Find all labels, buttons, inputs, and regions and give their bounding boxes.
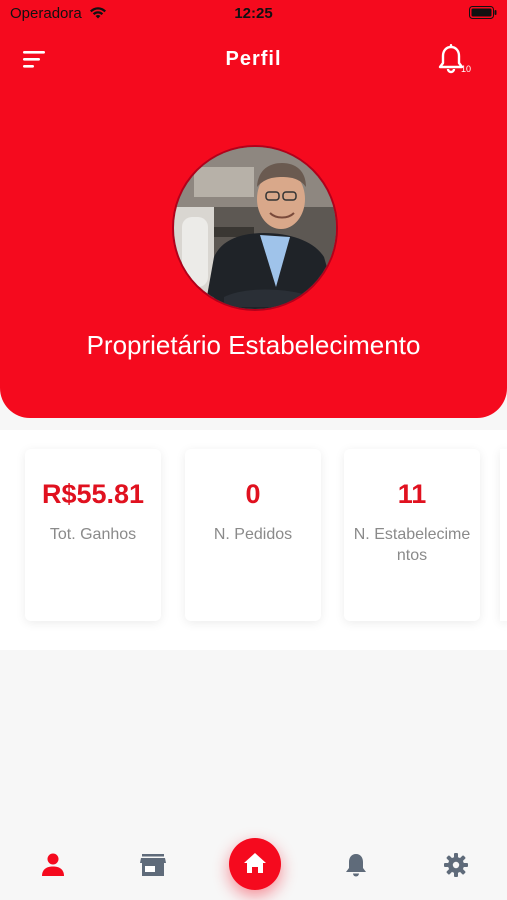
home-icon <box>244 853 266 873</box>
status-bar: Operadora 12:25 <box>0 0 507 28</box>
stat-card-earnings[interactable]: R$55.81 Tot. Ganhos <box>25 449 161 621</box>
home-button[interactable] <box>229 838 281 890</box>
stat-value: R$55.81 <box>41 479 145 509</box>
battery-icon <box>469 6 497 19</box>
stat-value: 0 <box>245 479 261 509</box>
bell-icon[interactable] <box>341 850 371 880</box>
stat-label: N. Estabelecimentos <box>353 526 471 564</box>
profile-photo <box>174 147 336 309</box>
clock: 12:25 <box>234 5 273 22</box>
stat-label: Tot. Ganhos <box>49 526 137 543</box>
stat-label: N. Pedidos <box>213 526 293 543</box>
notification-count: 10 <box>460 64 471 74</box>
person-icon[interactable] <box>38 850 68 880</box>
stat-card-next[interactable] <box>500 449 507 621</box>
avatar[interactable] <box>172 145 338 311</box>
bottom-nav <box>0 820 507 900</box>
page-title: Perfil <box>225 48 282 70</box>
gear-icon[interactable] <box>441 850 471 880</box>
stat-value: 11 <box>397 479 427 509</box>
top-bar: Perfil 10 <box>0 40 507 80</box>
stat-card-establishments[interactable]: 11 N. Estabelecimentos <box>344 449 480 621</box>
store-icon[interactable] <box>138 850 168 880</box>
stat-card-orders[interactable]: 0 N. Pedidos <box>185 449 321 621</box>
profile-name: Proprietário Estabelecimento <box>86 330 421 360</box>
notifications-button[interactable]: 10 <box>435 44 471 76</box>
